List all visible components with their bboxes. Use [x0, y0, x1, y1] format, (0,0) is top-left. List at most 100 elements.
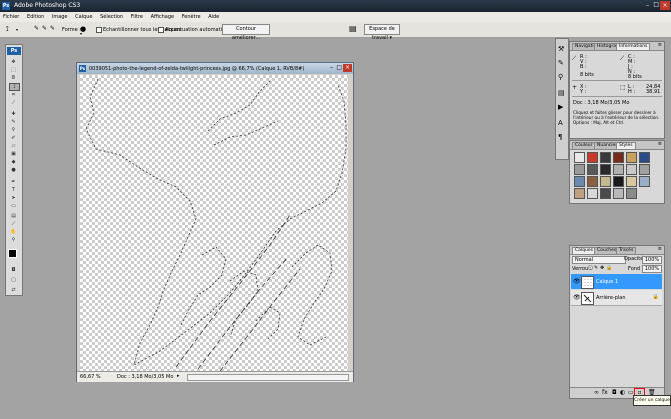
menu-fenetre[interactable]: Fenêtre: [179, 12, 204, 20]
style-swatch[interactable]: [574, 164, 585, 175]
status-menu-arrow-icon[interactable]: ▸: [177, 373, 180, 379]
clone-source-icon[interactable]: ⚲: [558, 73, 563, 81]
refine-edge-button[interactable]: Contour améliorer...: [222, 24, 270, 41]
menu-affichage[interactable]: Affichage: [148, 12, 178, 20]
brushes-icon[interactable]: ✎: [558, 59, 564, 67]
history-brush-icon[interactable]: ✐: [9, 135, 18, 141]
style-swatch[interactable]: [600, 152, 611, 163]
actions-icon[interactable]: ▶: [558, 103, 563, 111]
styles-panel-menu-icon[interactable]: ≡: [658, 141, 662, 147]
document-title-bar[interactable]: Ps 0039051-photo-the-legend-of-zelda-twi…: [77, 63, 353, 74]
style-swatch[interactable]: [626, 176, 637, 187]
layer-mask-icon[interactable]: ◘: [612, 389, 617, 396]
slice-tool-icon[interactable]: ⟋: [9, 100, 18, 106]
style-swatch[interactable]: [574, 176, 585, 187]
tab-traces[interactable]: Tracés: [616, 247, 637, 255]
type-tool-icon[interactable]: T: [9, 187, 18, 193]
brush-chevron-icon[interactable]: ▾: [80, 31, 82, 36]
add-to-selection-icon[interactable]: ✎: [42, 25, 47, 32]
dodge-tool-icon[interactable]: ●: [9, 167, 18, 173]
menu-selection[interactable]: Sélection: [97, 12, 126, 20]
menu-edition[interactable]: Edition: [24, 12, 47, 20]
style-swatch[interactable]: [626, 152, 637, 163]
path-selection-icon[interactable]: ➤: [9, 195, 18, 201]
tab-couleur[interactable]: Couleur: [572, 142, 596, 150]
shape-tool-icon[interactable]: ▭: [9, 203, 18, 209]
style-swatch[interactable]: [587, 176, 598, 187]
minimize-icon[interactable]: –: [646, 2, 649, 9]
style-swatch[interactable]: [613, 164, 624, 175]
tab-informations[interactable]: Informations: [616, 43, 651, 51]
style-swatch[interactable]: [639, 152, 650, 163]
imageready-icon[interactable]: ⇄: [9, 287, 18, 293]
menu-calque[interactable]: Calque: [72, 12, 95, 20]
healing-brush-icon[interactable]: ✚: [9, 111, 18, 117]
horizontal-scrollbar[interactable]: [187, 374, 349, 381]
lasso-tool-icon[interactable]: ᕲ: [9, 75, 18, 81]
screen-mode-icon[interactable]: ▢: [9, 277, 18, 283]
style-swatch[interactable]: [613, 176, 624, 187]
doc-close-icon[interactable]: ×: [343, 64, 352, 72]
tool-presets-icon[interactable]: ⚒: [558, 45, 564, 53]
style-swatch[interactable]: [639, 176, 650, 187]
bridge-icon[interactable]: ▤: [349, 24, 357, 33]
layer-row-background[interactable]: 👁 Arrière-plan 🔒: [571, 290, 662, 306]
foreground-color-swatch[interactable]: [8, 249, 17, 258]
workspace-button[interactable]: Espace de travail ▾: [364, 24, 400, 41]
tool-preset-chevron-icon[interactable]: ▾: [16, 27, 18, 32]
paragraph-icon[interactable]: ¶: [558, 133, 562, 141]
style-swatch[interactable]: [600, 176, 611, 187]
close-icon[interactable]: ×: [660, 1, 670, 10]
notes-tool-icon[interactable]: ▤: [9, 213, 18, 219]
tab-navigateur[interactable]: Navigati: [572, 43, 597, 51]
tab-styles[interactable]: Styles: [616, 142, 636, 150]
fill-input[interactable]: 100%: [642, 265, 662, 273]
style-swatch[interactable]: [639, 164, 650, 175]
layer-style-icon[interactable]: fx: [602, 389, 608, 396]
layer-visibility-eye-icon[interactable]: 👁: [573, 294, 581, 301]
layer-row-calque-1[interactable]: 👁 Calque 1: [571, 274, 662, 289]
move-tool-icon[interactable]: ✥: [9, 59, 18, 65]
character-icon[interactable]: A: [558, 119, 563, 127]
info-panel-menu-icon[interactable]: ≡: [658, 42, 662, 48]
lock-transparency-icon[interactable]: ▢: [588, 265, 593, 271]
tab-calques[interactable]: Calques: [572, 247, 596, 255]
layer-visibility-eye-icon[interactable]: 👁: [573, 278, 581, 285]
brush-tool-icon[interactable]: ✎: [9, 119, 18, 125]
style-swatch[interactable]: [587, 188, 598, 199]
zoom-level[interactable]: 66,67 %: [80, 374, 101, 380]
gradient-tool-icon[interactable]: ▣: [9, 151, 18, 157]
menu-image[interactable]: Image: [49, 12, 71, 20]
layer-comps-icon[interactable]: ▤: [558, 89, 565, 97]
lock-all-icon[interactable]: 🔒: [606, 265, 612, 271]
quick-selection-tool-icon[interactable]: ⟟: [9, 83, 20, 91]
eraser-tool-icon[interactable]: ▱: [9, 143, 18, 149]
style-swatch[interactable]: [587, 164, 598, 175]
opacity-input[interactable]: 100%: [642, 256, 662, 264]
canvas[interactable]: [80, 75, 348, 371]
hand-tool-icon[interactable]: ✋: [9, 229, 18, 235]
new-selection-icon[interactable]: ✎: [34, 25, 39, 32]
link-layers-icon[interactable]: ∞: [594, 389, 599, 396]
adjustment-layer-icon[interactable]: ◐: [620, 389, 625, 396]
blur-tool-icon[interactable]: ◆: [9, 159, 18, 165]
sample-all-layers-checkbox[interactable]: [96, 27, 102, 33]
quick-mask-icon[interactable]: ◘: [9, 267, 18, 273]
style-swatch[interactable]: [600, 188, 611, 199]
clone-stamp-icon[interactable]: ⚲: [9, 127, 18, 133]
style-swatch[interactable]: [587, 152, 598, 163]
auto-enhance-checkbox[interactable]: [158, 27, 164, 33]
eyedropper-icon[interactable]: ⟋: [9, 221, 18, 227]
style-swatch[interactable]: [574, 152, 585, 163]
style-swatch[interactable]: [600, 164, 611, 175]
subtract-selection-icon[interactable]: ✎: [50, 25, 55, 32]
style-swatch[interactable]: [613, 152, 624, 163]
style-swatch[interactable]: [626, 188, 637, 199]
doc-minimize-icon[interactable]: –: [330, 64, 333, 71]
style-swatch[interactable]: [626, 164, 637, 175]
pen-tool-icon[interactable]: ✒: [9, 179, 18, 185]
menu-fichier[interactable]: Fichier: [0, 12, 22, 20]
lock-position-icon[interactable]: ✥: [600, 265, 604, 271]
crop-tool-icon[interactable]: ⌗: [9, 92, 18, 98]
menu-filtre[interactable]: Filtre: [128, 12, 146, 20]
